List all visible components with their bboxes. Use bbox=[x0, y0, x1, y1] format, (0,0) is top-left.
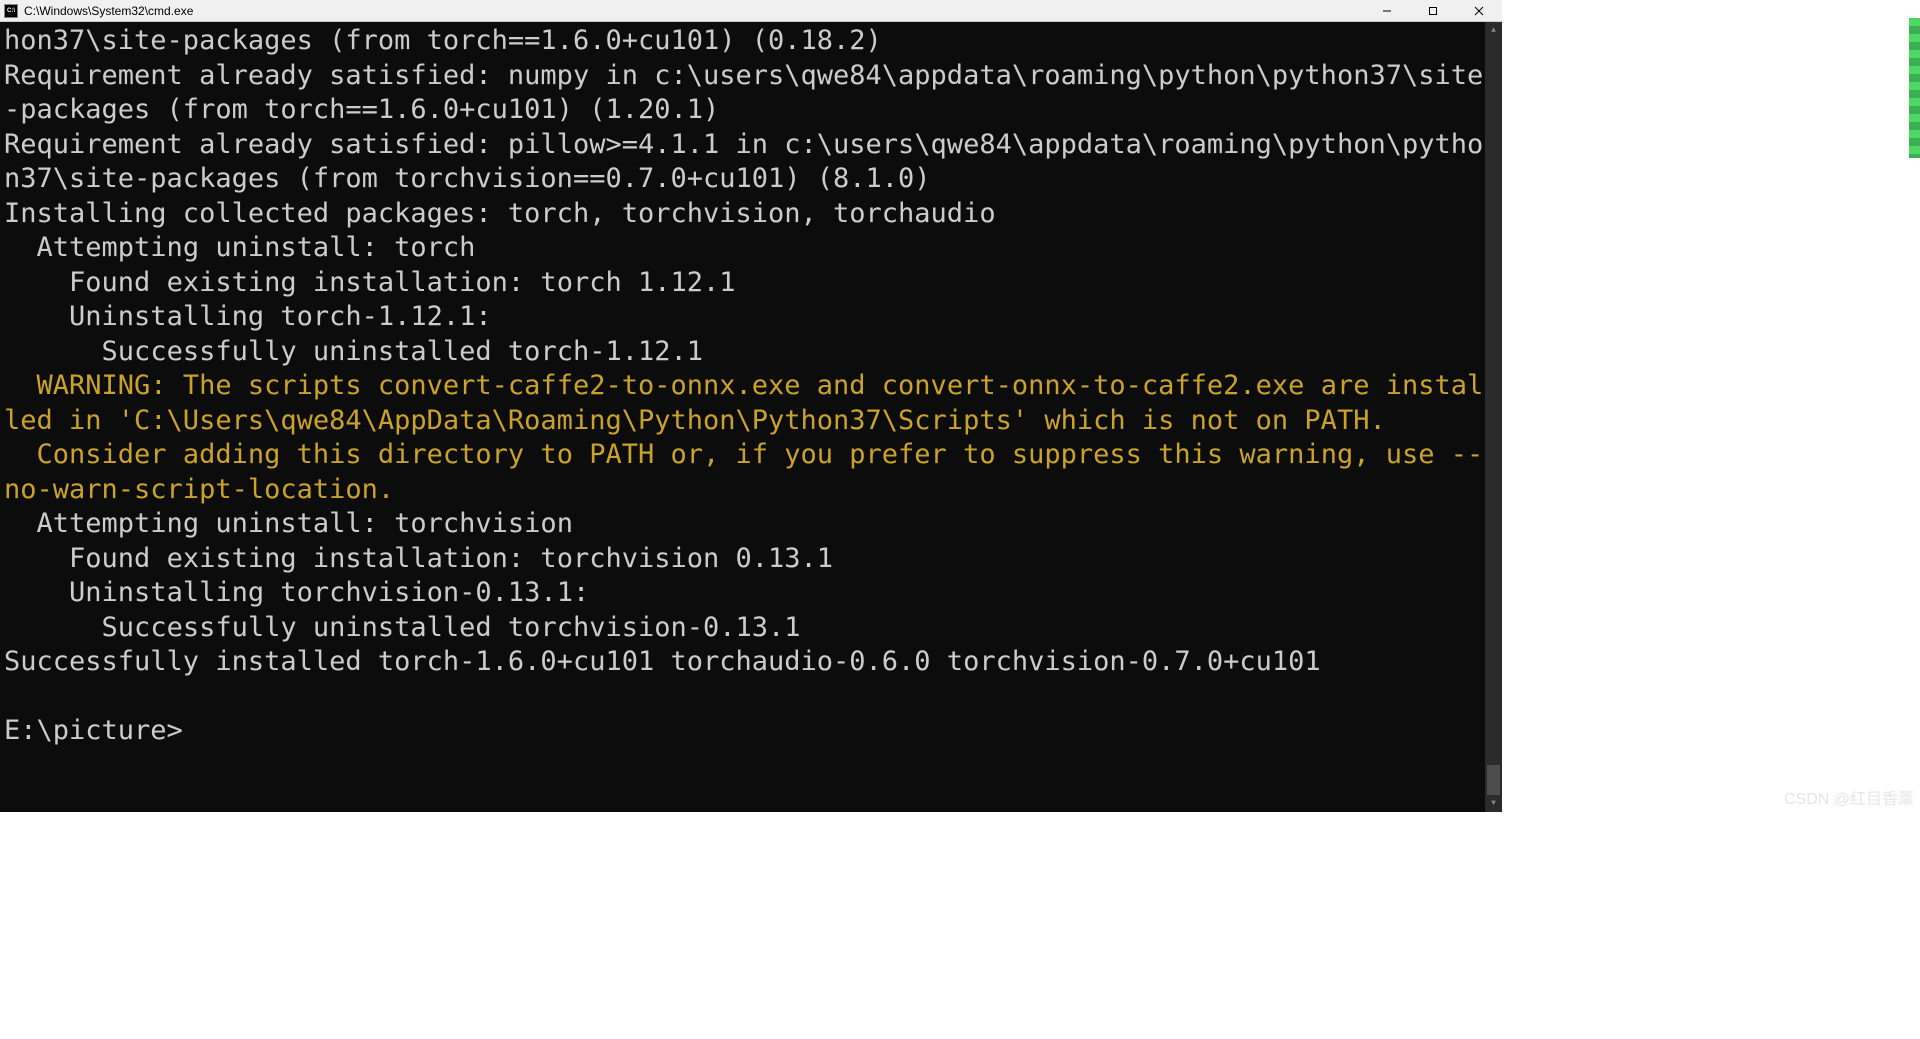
terminal-area: hon37\site-packages (from torch==1.6.0+c… bbox=[0, 22, 1502, 812]
activity-indicator-strip bbox=[1909, 18, 1920, 158]
scroll-track[interactable] bbox=[1485, 39, 1502, 795]
terminal-line: Requirement already satisfied: numpy in … bbox=[4, 60, 1483, 126]
terminal-line: Successfully uninstalled torchvision-0.1… bbox=[4, 612, 801, 643]
terminal-line: Attempting uninstall: torchvision bbox=[4, 508, 573, 539]
terminal-line: Consider adding this directory to PATH o… bbox=[4, 439, 1483, 505]
terminal-line: Installing collected packages: torch, to… bbox=[4, 198, 996, 229]
titlebar[interactable]: C:\Windows\System32\cmd.exe bbox=[0, 0, 1502, 22]
window-title: C:\Windows\System32\cmd.exe bbox=[24, 4, 193, 18]
terminal-line: Successfully uninstalled torch-1.12.1 bbox=[4, 336, 703, 367]
cmd-icon bbox=[4, 4, 18, 18]
close-button[interactable] bbox=[1456, 0, 1502, 22]
terminal-line: Found existing installation: torch 1.12.… bbox=[4, 267, 736, 298]
terminal-line: Successfully installed torch-1.6.0+cu101… bbox=[4, 646, 1321, 677]
terminal-line: Attempting uninstall: torch bbox=[4, 232, 475, 263]
terminal-line: Requirement already satisfied: pillow>=4… bbox=[4, 129, 1483, 195]
terminal-output[interactable]: hon37\site-packages (from torch==1.6.0+c… bbox=[0, 22, 1485, 812]
scroll-thumb[interactable] bbox=[1487, 765, 1500, 795]
maximize-button[interactable] bbox=[1410, 0, 1456, 22]
cmd-window: C:\Windows\System32\cmd.exe hon37\site-p… bbox=[0, 0, 1502, 812]
scroll-up-arrow-icon[interactable]: ▲ bbox=[1485, 22, 1502, 39]
terminal-line: hon37\site-packages (from torch==1.6.0+c… bbox=[4, 25, 882, 56]
scroll-down-arrow-icon[interactable]: ▼ bbox=[1485, 795, 1502, 812]
vertical-scrollbar[interactable]: ▲ ▼ bbox=[1485, 22, 1502, 812]
titlebar-left: C:\Windows\System32\cmd.exe bbox=[4, 4, 193, 18]
terminal-line: Uninstalling torchvision-0.13.1: bbox=[4, 577, 589, 608]
terminal-line: Found existing installation: torchvision… bbox=[4, 543, 833, 574]
titlebar-buttons bbox=[1364, 0, 1502, 21]
minimize-button[interactable] bbox=[1364, 0, 1410, 22]
terminal-line: WARNING: The scripts convert-caffe2-to-o… bbox=[4, 370, 1483, 436]
csdn-watermark: CSDN @红目香薰 bbox=[1784, 785, 1914, 809]
terminal-line: Uninstalling torch-1.12.1: bbox=[4, 301, 492, 332]
terminal-line: E:\picture> bbox=[4, 715, 183, 746]
